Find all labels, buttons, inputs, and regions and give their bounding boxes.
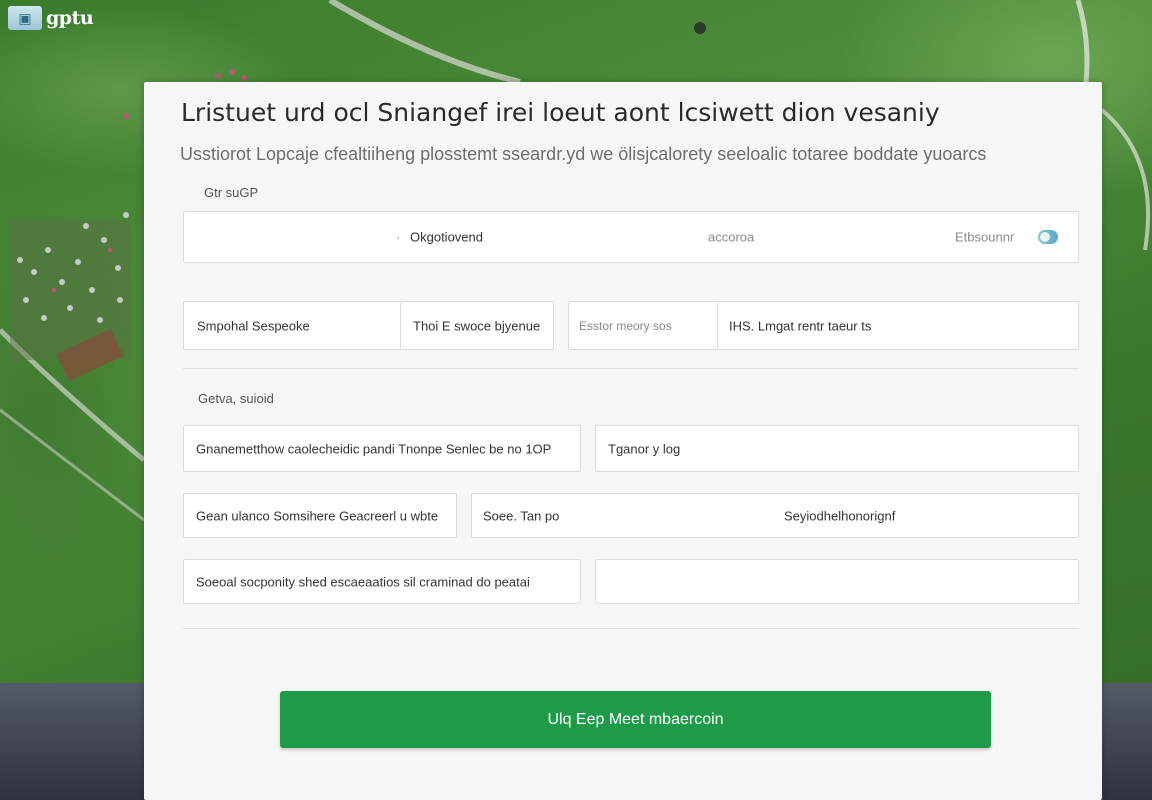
field-group-2: Esstor meory sos IHS. Lmgat rentr taeur … <box>568 301 1079 350</box>
section-divider <box>183 368 1079 369</box>
section-label-1: Gtr suGP <box>204 185 259 200</box>
section-divider <box>183 628 1079 629</box>
page-title: Lristuet urd ocl Sniangef irei loeut aon… <box>181 98 940 127</box>
field-value: Soeoal socponity shed escaeaatios sil cr… <box>196 574 530 589</box>
text-field[interactable]: Gnanemetthow caolecheidic pandi Tnonpe S… <box>183 425 581 472</box>
field-1-value[interactable]: Smpohal Sespeoke <box>197 318 310 333</box>
empty-text-field[interactable] <box>595 559 1079 604</box>
field-value: Gean ulanco Somsihere Geacreerl u wbte <box>196 508 439 523</box>
text-field[interactable]: Gean ulanco Somsihere Geacreerl u wbte <box>183 493 457 538</box>
option-selector[interactable]: · Okgotiovend accoroa Etbsounnr <box>183 211 1079 263</box>
section-label-2: Getva, suioid <box>198 391 274 406</box>
text-field[interactable]: Soee. Tan po Seyiodhelhonorignf <box>471 493 1079 538</box>
field-divider <box>717 302 718 349</box>
app-logo[interactable]: ▣ gptu <box>8 5 94 31</box>
image-icon: ▣ <box>8 6 42 30</box>
option-2[interactable]: accoroa <box>708 230 754 245</box>
field-value-secondary: Seyiodhelhonorignf <box>784 508 896 523</box>
option-bullet: · <box>396 229 401 245</box>
field-3-value[interactable]: Esstor meory sos <box>579 319 672 333</box>
submit-button[interactable]: Ulq Eep Meet mbaercoin <box>280 691 991 748</box>
option-3[interactable]: Etbsounnr <box>955 230 1014 245</box>
page-subtitle: Usstiorot Lopcaje cfealtiiheng plosstemt… <box>180 144 987 164</box>
text-field[interactable]: Soeoal socponity shed escaeaatios sil cr… <box>183 559 581 604</box>
text-field[interactable]: Tganor y log <box>595 425 1079 472</box>
toggle-switch[interactable] <box>1038 230 1058 244</box>
field-value: Gnanemetthow caolecheidic pandi Tnonpe S… <box>196 441 552 456</box>
field-2-value[interactable]: Thoi E swoce bjyenue <box>413 318 540 333</box>
field-divider <box>400 302 401 349</box>
logo-text: gptu <box>46 7 94 29</box>
form-card: Lristuet urd ocl Sniangef irei loeut aon… <box>144 82 1102 800</box>
field-value: Tganor y log <box>608 441 681 456</box>
option-1[interactable]: Okgotiovend <box>410 230 483 245</box>
field-group-1: Smpohal Sespeoke Thoi E swoce bjyenue <box>183 301 554 350</box>
field-value: Soee. Tan po <box>483 508 560 523</box>
field-4-value[interactable]: IHS. Lmgat rentr taeur ts <box>729 318 871 333</box>
